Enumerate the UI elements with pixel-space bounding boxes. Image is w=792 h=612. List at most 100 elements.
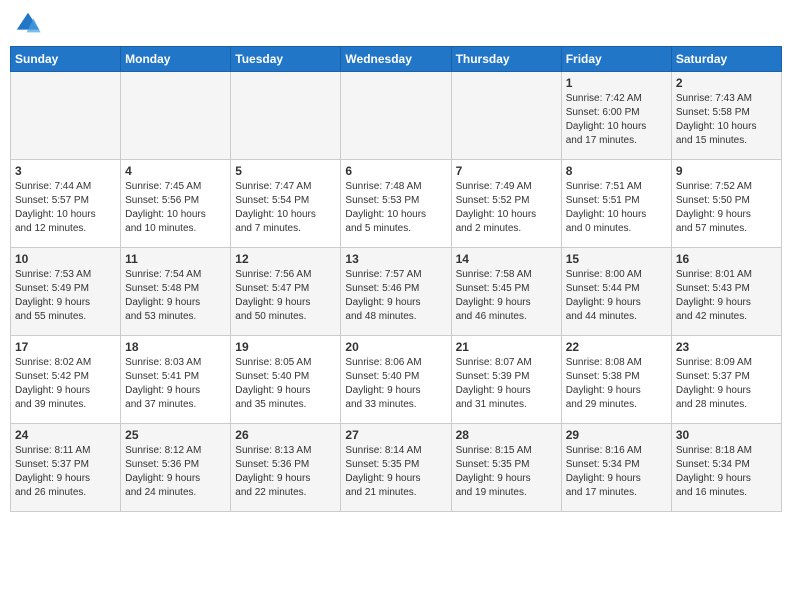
calendar-cell: 26 Sunrise: 8:13 AM Sunset: 5:36 PM Dayli… [231, 424, 341, 512]
day-number: 7 [456, 164, 557, 178]
calendar-cell: 19 Sunrise: 8:05 AM Sunset: 5:40 PM Dayli… [231, 336, 341, 424]
calendar-cell: 4 Sunrise: 7:45 AM Sunset: 5:56 PM Daylig… [121, 160, 231, 248]
calendar-cell: 8 Sunrise: 7:51 AM Sunset: 5:51 PM Daylig… [561, 160, 671, 248]
day-number: 1 [566, 76, 667, 90]
calendar-cell: 30 Sunrise: 8:18 AM Sunset: 5:34 PM Dayli… [671, 424, 781, 512]
calendar-cell: 15 Sunrise: 8:00 AM Sunset: 5:44 PM Dayli… [561, 248, 671, 336]
calendar-cell: 21 Sunrise: 8:07 AM Sunset: 5:39 PM Dayli… [451, 336, 561, 424]
day-number: 5 [235, 164, 336, 178]
day-info: Sunrise: 7:45 AM Sunset: 5:56 PM Dayligh… [125, 180, 226, 236]
calendar-cell: 2 Sunrise: 7:43 AM Sunset: 5:58 PM Daylig… [671, 72, 781, 160]
day-info: Sunrise: 7:57 AM Sunset: 5:46 PM Dayligh… [345, 268, 446, 324]
day-info: Sunrise: 8:06 AM Sunset: 5:40 PM Dayligh… [345, 356, 446, 412]
calendar-week-row: 10 Sunrise: 7:53 AM Sunset: 5:49 PM Dayli… [11, 248, 782, 336]
day-info: Sunrise: 7:49 AM Sunset: 5:52 PM Dayligh… [456, 180, 557, 236]
calendar-cell: 5 Sunrise: 7:47 AM Sunset: 5:54 PM Daylig… [231, 160, 341, 248]
calendar-cell: 9 Sunrise: 7:52 AM Sunset: 5:50 PM Daylig… [671, 160, 781, 248]
calendar-cell: 24 Sunrise: 8:11 AM Sunset: 5:37 PM Dayli… [11, 424, 121, 512]
calendar-cell: 7 Sunrise: 7:49 AM Sunset: 5:52 PM Daylig… [451, 160, 561, 248]
weekday-header-friday: Friday [561, 47, 671, 72]
day-number: 4 [125, 164, 226, 178]
day-number: 21 [456, 340, 557, 354]
calendar-cell: 13 Sunrise: 7:57 AM Sunset: 5:46 PM Dayli… [341, 248, 451, 336]
day-info: Sunrise: 7:47 AM Sunset: 5:54 PM Dayligh… [235, 180, 336, 236]
weekday-header-sunday: Sunday [11, 47, 121, 72]
day-info: Sunrise: 8:14 AM Sunset: 5:35 PM Dayligh… [345, 444, 446, 500]
day-number: 30 [676, 428, 777, 442]
calendar-cell [121, 72, 231, 160]
day-number: 14 [456, 252, 557, 266]
calendar-cell: 11 Sunrise: 7:54 AM Sunset: 5:48 PM Dayli… [121, 248, 231, 336]
day-info: Sunrise: 7:44 AM Sunset: 5:57 PM Dayligh… [15, 180, 116, 236]
weekday-header-saturday: Saturday [671, 47, 781, 72]
day-number: 20 [345, 340, 446, 354]
day-number: 9 [676, 164, 777, 178]
day-number: 26 [235, 428, 336, 442]
page-header [10, 10, 782, 38]
day-number: 27 [345, 428, 446, 442]
logo [14, 10, 46, 38]
day-number: 23 [676, 340, 777, 354]
day-info: Sunrise: 8:13 AM Sunset: 5:36 PM Dayligh… [235, 444, 336, 500]
weekday-header-wednesday: Wednesday [341, 47, 451, 72]
day-number: 13 [345, 252, 446, 266]
day-number: 25 [125, 428, 226, 442]
day-number: 19 [235, 340, 336, 354]
day-info: Sunrise: 8:12 AM Sunset: 5:36 PM Dayligh… [125, 444, 226, 500]
logo-icon [14, 10, 42, 38]
day-number: 29 [566, 428, 667, 442]
day-number: 28 [456, 428, 557, 442]
day-info: Sunrise: 8:05 AM Sunset: 5:40 PM Dayligh… [235, 356, 336, 412]
day-info: Sunrise: 8:16 AM Sunset: 5:34 PM Dayligh… [566, 444, 667, 500]
day-info: Sunrise: 8:03 AM Sunset: 5:41 PM Dayligh… [125, 356, 226, 412]
day-info: Sunrise: 7:58 AM Sunset: 5:45 PM Dayligh… [456, 268, 557, 324]
calendar-cell: 16Sunrise: 8:01 AM Sunset: 5:43 PM Dayli… [671, 248, 781, 336]
day-info: Sunrise: 8:15 AM Sunset: 5:35 PM Dayligh… [456, 444, 557, 500]
calendar-cell: 20 Sunrise: 8:06 AM Sunset: 5:40 PM Dayli… [341, 336, 451, 424]
calendar-cell [11, 72, 121, 160]
calendar-header: SundayMondayTuesdayWednesdayThursdayFrid… [11, 47, 782, 72]
weekday-header-tuesday: Tuesday [231, 47, 341, 72]
day-number: 15 [566, 252, 667, 266]
calendar-cell: 28 Sunrise: 8:15 AM Sunset: 5:35 PM Dayli… [451, 424, 561, 512]
weekday-header-monday: Monday [121, 47, 231, 72]
day-info: Sunrise: 7:53 AM Sunset: 5:49 PM Dayligh… [15, 268, 116, 324]
calendar-week-row: 24 Sunrise: 8:11 AM Sunset: 5:37 PM Dayli… [11, 424, 782, 512]
calendar-week-row: 1Sunrise: 7:42 AM Sunset: 6:00 PM Daylig… [11, 72, 782, 160]
calendar-cell: 23Sunrise: 8:09 AM Sunset: 5:37 PM Dayli… [671, 336, 781, 424]
calendar-cell: 29 Sunrise: 8:16 AM Sunset: 5:34 PM Dayli… [561, 424, 671, 512]
day-number: 8 [566, 164, 667, 178]
calendar-cell: 25 Sunrise: 8:12 AM Sunset: 5:36 PM Dayli… [121, 424, 231, 512]
calendar-cell [231, 72, 341, 160]
day-number: 6 [345, 164, 446, 178]
day-info: Sunrise: 7:51 AM Sunset: 5:51 PM Dayligh… [566, 180, 667, 236]
day-info: Sunrise: 7:43 AM Sunset: 5:58 PM Dayligh… [676, 92, 777, 148]
day-number: 12 [235, 252, 336, 266]
day-info: Sunrise: 8:00 AM Sunset: 5:44 PM Dayligh… [566, 268, 667, 324]
day-info: Sunrise: 8:11 AM Sunset: 5:37 PM Dayligh… [15, 444, 116, 500]
calendar-cell: 17Sunrise: 8:02 AM Sunset: 5:42 PM Dayli… [11, 336, 121, 424]
day-number: 22 [566, 340, 667, 354]
day-info: Sunrise: 8:07 AM Sunset: 5:39 PM Dayligh… [456, 356, 557, 412]
day-number: 3 [15, 164, 116, 178]
day-info: Sunrise: 7:54 AM Sunset: 5:48 PM Dayligh… [125, 268, 226, 324]
calendar-week-row: 3 Sunrise: 7:44 AM Sunset: 5:57 PM Daylig… [11, 160, 782, 248]
calendar-cell [451, 72, 561, 160]
calendar-cell: 1Sunrise: 7:42 AM Sunset: 6:00 PM Daylig… [561, 72, 671, 160]
calendar-cell: 10 Sunrise: 7:53 AM Sunset: 5:49 PM Dayli… [11, 248, 121, 336]
day-number: 17 [15, 340, 116, 354]
calendar-cell: 27 Sunrise: 8:14 AM Sunset: 5:35 PM Dayli… [341, 424, 451, 512]
day-info: Sunrise: 7:52 AM Sunset: 5:50 PM Dayligh… [676, 180, 777, 236]
day-info: Sunrise: 7:56 AM Sunset: 5:47 PM Dayligh… [235, 268, 336, 324]
calendar-cell: 22Sunrise: 8:08 AM Sunset: 5:38 PM Dayli… [561, 336, 671, 424]
day-info: Sunrise: 7:48 AM Sunset: 5:53 PM Dayligh… [345, 180, 446, 236]
calendar-cell: 14 Sunrise: 7:58 AM Sunset: 5:45 PM Dayli… [451, 248, 561, 336]
calendar-cell: 3 Sunrise: 7:44 AM Sunset: 5:57 PM Daylig… [11, 160, 121, 248]
calendar-cell: 12 Sunrise: 7:56 AM Sunset: 5:47 PM Dayli… [231, 248, 341, 336]
day-number: 11 [125, 252, 226, 266]
day-number: 2 [676, 76, 777, 90]
day-number: 10 [15, 252, 116, 266]
day-info: Sunrise: 8:18 AM Sunset: 5:34 PM Dayligh… [676, 444, 777, 500]
weekday-header-thursday: Thursday [451, 47, 561, 72]
day-number: 24 [15, 428, 116, 442]
